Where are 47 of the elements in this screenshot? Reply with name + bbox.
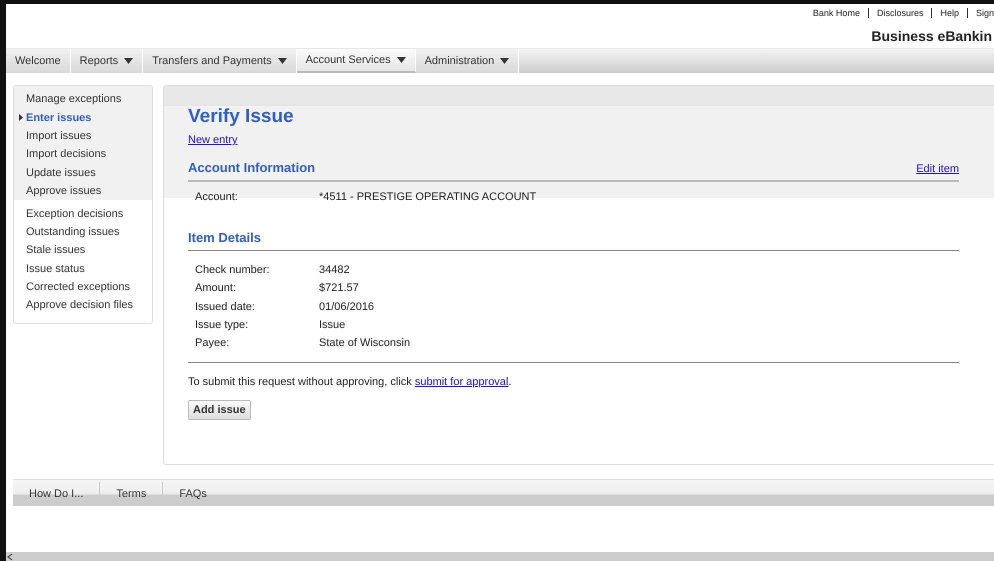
field-label: Payee: (195, 337, 230, 350)
scroll-bar[interactable] (6, 552, 994, 561)
submit-note: To submit this request without approving, click submit for approval. (188, 376, 512, 388)
header-link[interactable]: Disclosures (868, 8, 932, 18)
page-title: Verify Issue (188, 106, 295, 128)
sidebar-item[interactable]: Enter issues (14, 108, 152, 127)
edit-item-link[interactable]: Edit item (916, 163, 959, 175)
header-link[interactable]: Help (931, 8, 967, 18)
new-entry-link[interactable]: New entry (188, 134, 238, 146)
nav-tab[interactable]: Administration (416, 49, 520, 73)
nav-tab[interactable]: Transfers and Payments (143, 49, 297, 73)
section-heading: Account Information (188, 160, 316, 175)
field-label: Amount: (195, 282, 237, 294)
field-value: 01/06/2016 (319, 300, 374, 313)
sidebar-item[interactable]: Corrected exceptions (14, 278, 152, 296)
sidebar-item[interactable]: Import decisions (14, 145, 152, 164)
sidebar-item[interactable]: Approve issues (14, 182, 152, 200)
section-heading: Item Details (188, 230, 261, 245)
pointer-icon (19, 114, 23, 122)
field-value: 34482 (319, 264, 350, 276)
footer-link[interactable]: FAQs (163, 482, 223, 500)
sidebar-item[interactable]: Stale issues (14, 241, 152, 260)
sidebar-item[interactable]: Approve decision files (14, 296, 152, 315)
field-value: *4511 - PRESTIGE OPERATING ACCOUNT (319, 191, 536, 204)
field-label: Issue type: (195, 319, 250, 332)
header-link[interactable]: Sign (966, 8, 994, 18)
header-link[interactable]: Bank Home (804, 8, 868, 18)
nav-tab[interactable]: Account Services (296, 49, 416, 73)
field-value: State of Wisconsin (319, 337, 410, 350)
field-label: Issued date: (195, 300, 256, 313)
field-label: Account: (195, 191, 239, 204)
sidebar-item[interactable]: Manage exceptions (14, 90, 152, 108)
footer-link[interactable]: Terms (100, 482, 164, 500)
sidebar-item[interactable]: Issue status (14, 260, 152, 278)
footer-link[interactable]: How Do I... (13, 482, 100, 500)
nav-tab[interactable]: Welcome (6, 49, 71, 73)
field-label: Check number: (195, 264, 271, 276)
field-value: Issue (319, 319, 346, 332)
nav-tab[interactable]: Reports (70, 49, 144, 73)
brand-title: Business eBankin (870, 27, 993, 46)
field-value: $721.57 (319, 282, 359, 294)
submit-link[interactable]: submit for approval (414, 376, 508, 388)
add-issue-button[interactable]: Add issue (188, 400, 251, 420)
sidebar-item[interactable]: Outstanding issues (14, 222, 152, 242)
sidebar-item[interactable]: Exception decisions (14, 204, 152, 223)
sidebar-item[interactable]: Update issues (14, 164, 152, 182)
sidebar-item[interactable]: Import issues (14, 126, 152, 146)
